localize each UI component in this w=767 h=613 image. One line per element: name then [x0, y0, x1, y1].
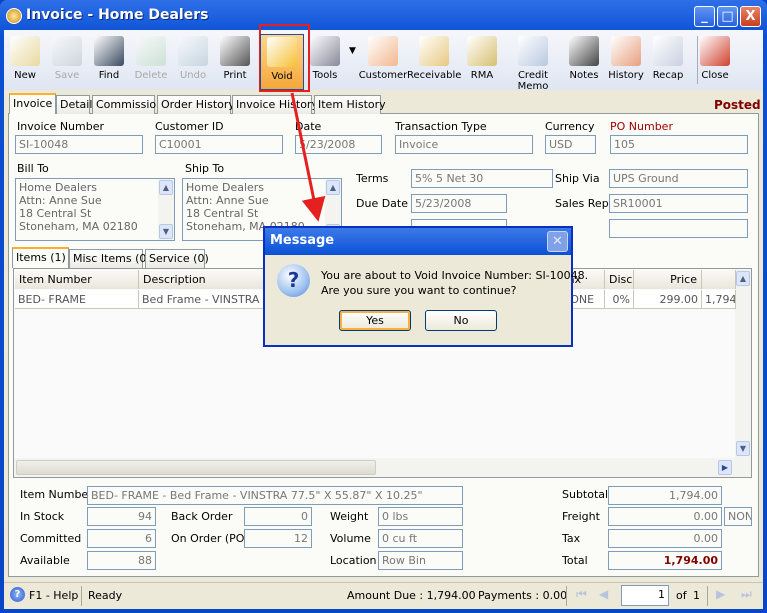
dialog-message-line1: You are about to Void Invoice Number: SI…: [321, 269, 589, 282]
question-icon: ?: [277, 264, 310, 297]
yes-button[interactable]: Yes: [339, 310, 411, 331]
dialog-title: Message: [265, 228, 571, 255]
dialog-close-button[interactable]: ✕: [547, 231, 568, 252]
message-dialog: Message ✕ ? You are about to Void Invoic…: [263, 226, 588, 347]
no-button[interactable]: No: [425, 310, 497, 331]
dialog-message-line2: Are you sure you want to continue?: [321, 284, 517, 297]
